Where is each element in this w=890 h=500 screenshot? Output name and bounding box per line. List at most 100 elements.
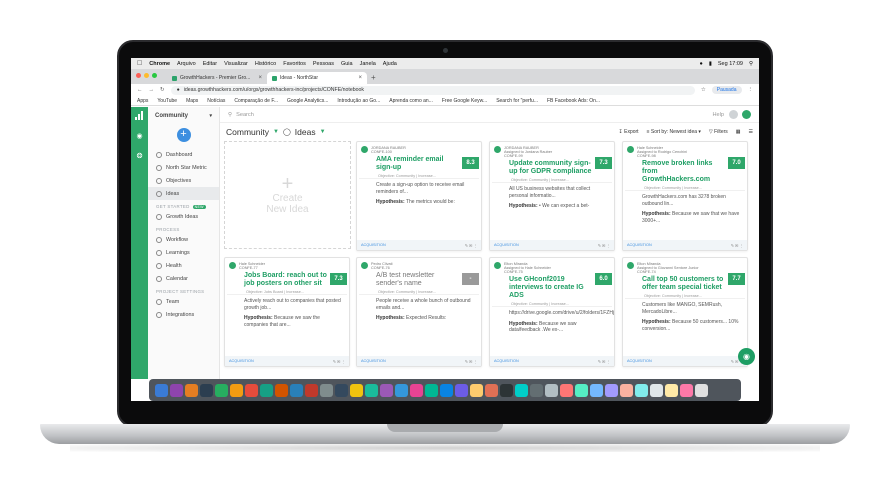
- sidebar-item-growth-ideas[interactable]: Growth Ideas: [148, 210, 219, 223]
- export-button[interactable]: ↧ Export: [619, 129, 639, 135]
- bookmark-aprenda[interactable]: Aprenda como an...: [389, 98, 433, 104]
- idea-card[interactable]: Pedro Clivati CONFE-76- A/B test newslette…: [356, 257, 482, 367]
- apple-menu-icon[interactable]: : [137, 60, 142, 67]
- card-actions-icon[interactable]: ✎ ✉ ⋮: [598, 243, 610, 248]
- search-input[interactable]: Search: [236, 112, 254, 118]
- dock-app-icon[interactable]: [320, 383, 333, 397]
- tab-growthhackers[interactable]: GrowthHackers - Premier Gro... ×: [167, 72, 267, 84]
- back-icon[interactable]: ←: [137, 87, 143, 93]
- menu-janela[interactable]: Janela: [360, 61, 376, 67]
- compass-icon[interactable]: ❂: [137, 152, 143, 160]
- maximize-window-icon[interactable]: [152, 73, 157, 78]
- menu-guia[interactable]: Guia: [341, 61, 353, 67]
- forward-icon[interactable]: →: [149, 87, 155, 93]
- wifi-icon[interactable]: ●: [700, 61, 703, 67]
- dock-app-icon[interactable]: [680, 383, 693, 397]
- breadcrumb-project[interactable]: Community: [226, 127, 269, 137]
- bookmark-apps[interactable]: Apps: [137, 98, 148, 104]
- idea-tag[interactable]: ACQUISITION: [494, 359, 519, 363]
- sidebar-item-health[interactable]: Health: [148, 259, 219, 272]
- dock-app-icon[interactable]: [305, 383, 318, 397]
- sidebar-item-integrations[interactable]: Integrations: [148, 308, 219, 321]
- add-idea-button[interactable]: +: [176, 128, 191, 142]
- dock-app-icon[interactable]: [530, 383, 543, 397]
- eye-icon[interactable]: ◉: [136, 132, 142, 140]
- dock-app-icon[interactable]: [485, 383, 498, 397]
- idea-card[interactable]: Elton Miranda Assigned to Hale Schneider C…: [489, 257, 615, 367]
- create-idea-tile[interactable]: + Create New Idea: [224, 141, 351, 249]
- dock-app-icon[interactable]: [260, 383, 273, 397]
- dock-app-icon[interactable]: [650, 383, 663, 397]
- idea-tag[interactable]: ACQUISITION: [361, 359, 386, 363]
- project-switcher[interactable]: Community ▾: [148, 107, 219, 125]
- card-actions-icon[interactable]: ✎ ✉ ⋮: [598, 359, 610, 364]
- dock-app-icon[interactable]: [425, 383, 438, 397]
- card-actions-icon[interactable]: ✎ ✉ ⋮: [333, 359, 345, 364]
- menu-editar[interactable]: Editar: [203, 61, 217, 67]
- dock-app-icon[interactable]: [455, 383, 468, 397]
- idea-card[interactable]: JORDANA RAUBER Assigned to Jordana Rauber…: [489, 141, 615, 251]
- notifications-icon[interactable]: [729, 110, 738, 119]
- bookmark-comparacao[interactable]: Comparação de F...: [234, 98, 278, 104]
- idea-card[interactable]: Hale Schneider CONFE-77 7.3 Jobs Board: rea…: [224, 257, 350, 367]
- sidebar-item-dashboard[interactable]: Dashboard: [148, 148, 219, 161]
- dock-app-icon[interactable]: [515, 383, 528, 397]
- bookmark-youtube[interactable]: YouTube: [157, 98, 177, 104]
- dock-app-icon[interactable]: [560, 383, 573, 397]
- reload-icon[interactable]: ↻: [160, 87, 165, 93]
- menu-pessoas[interactable]: Pessoas: [313, 61, 334, 67]
- menubar-clock[interactable]: Seg 17:09: [718, 61, 743, 67]
- menu-arquivo[interactable]: Arquivo: [177, 61, 196, 67]
- idea-card[interactable]: JORDANA RAUBER CONFE-100 8.3 AMA reminder e…: [356, 141, 482, 251]
- list-view-icon[interactable]: ☰: [749, 129, 753, 135]
- close-tab-icon[interactable]: ×: [258, 75, 262, 81]
- bookmark-google-analytics[interactable]: Google Analytics...: [287, 98, 328, 104]
- chevron-down-icon[interactable]: ▼: [273, 129, 279, 135]
- dock-app-icon[interactable]: [215, 383, 228, 397]
- dock-app-icon[interactable]: [395, 383, 408, 397]
- bookmark-introducao[interactable]: Introdução ao Go...: [337, 98, 380, 104]
- dock-app-icon[interactable]: [200, 383, 213, 397]
- help-link[interactable]: Help: [712, 112, 724, 118]
- menu-historico[interactable]: Histórico: [255, 61, 276, 67]
- dock-app-icon[interactable]: [290, 383, 303, 397]
- sidebar-item-team[interactable]: Team: [148, 295, 219, 308]
- dock-app-icon[interactable]: [170, 383, 183, 397]
- dock-app-icon[interactable]: [635, 383, 648, 397]
- dock-app-icon[interactable]: [380, 383, 393, 397]
- menu-visualizar[interactable]: Visualizar: [224, 61, 248, 67]
- sidebar-item-north-star-metric[interactable]: North Star Metric: [148, 161, 219, 174]
- user-avatar[interactable]: [742, 110, 751, 119]
- chevron-down-icon[interactable]: ▼: [320, 129, 326, 135]
- chat-bubble-icon[interactable]: ◉: [738, 348, 755, 365]
- dock-app-icon[interactable]: [245, 383, 258, 397]
- sidebar-item-learnings[interactable]: Learnings: [148, 246, 219, 259]
- menu-chrome[interactable]: Chrome: [149, 61, 170, 67]
- sidebar-item-workflow[interactable]: Workflow: [148, 233, 219, 246]
- address-bar[interactable]: ● ideas.growthhackers.com/u/orgs/growthh…: [170, 85, 695, 95]
- dock-app-icon[interactable]: [440, 383, 453, 397]
- filters-button[interactable]: ▽ Filters: [709, 129, 728, 135]
- dock-app-icon[interactable]: [155, 383, 168, 397]
- dock-app-icon[interactable]: [365, 383, 378, 397]
- northstar-logo-icon[interactable]: [135, 111, 144, 120]
- star-icon[interactable]: ☆: [701, 87, 706, 93]
- idea-tag[interactable]: ACQUISITION: [494, 243, 519, 247]
- card-actions-icon[interactable]: ✎ ✉ ⋮: [465, 243, 477, 248]
- dock-app-icon[interactable]: [620, 383, 633, 397]
- dock-app-icon[interactable]: [470, 383, 483, 397]
- profile-button[interactable]: Pausada: [711, 86, 742, 94]
- bookmark-search-perfu[interactable]: Search for "perfu...: [496, 98, 538, 104]
- dock-app-icon[interactable]: [575, 383, 588, 397]
- bookmark-facebook-ads[interactable]: FB Facebook Ads: On...: [547, 98, 600, 104]
- breadcrumb-section[interactable]: Ideas: [295, 127, 316, 137]
- sidebar-item-objectives[interactable]: Objectives: [148, 174, 219, 187]
- menu-dots-icon[interactable]: ⋮: [748, 87, 754, 93]
- dock-app-icon[interactable]: [695, 383, 708, 397]
- dock-app-icon[interactable]: [335, 383, 348, 397]
- dock-app-icon[interactable]: [605, 383, 618, 397]
- bookmark-maps[interactable]: Maps: [186, 98, 198, 104]
- card-actions-icon[interactable]: ✎ ✉ ⋮: [465, 359, 477, 364]
- idea-card[interactable]: Hale Schneider Assigned to Rodrigo Cenchi…: [622, 141, 748, 251]
- dock-app-icon[interactable]: [185, 383, 198, 397]
